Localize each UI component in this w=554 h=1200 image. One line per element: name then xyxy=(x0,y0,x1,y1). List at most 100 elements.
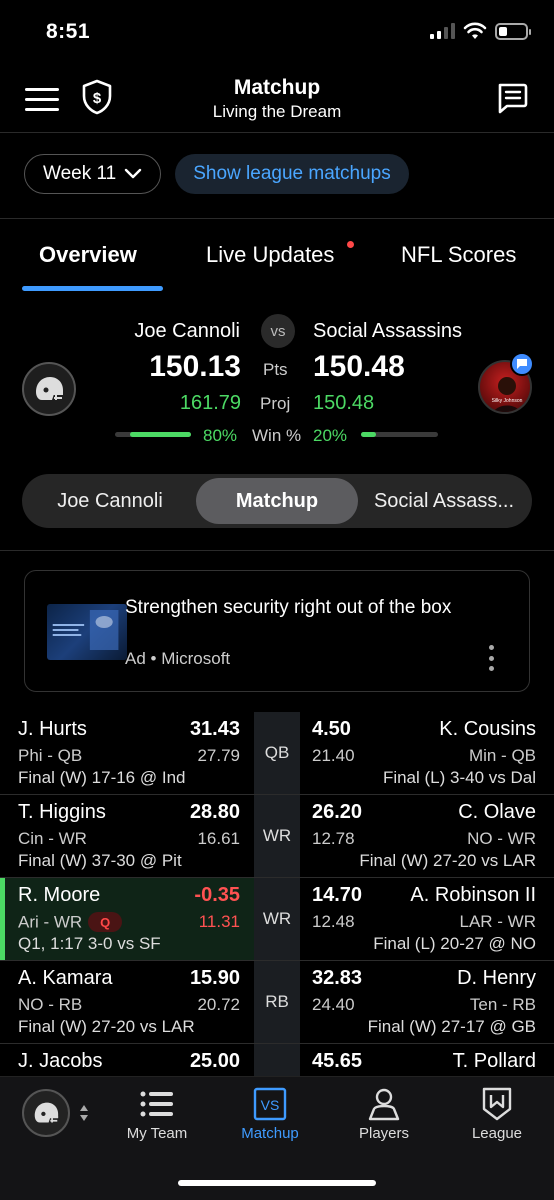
tab-nfl-scores[interactable]: NFL Scores xyxy=(401,242,516,268)
show-league-matchups-button[interactable]: Show league matchups xyxy=(175,154,409,194)
matchup-row[interactable]: A. Kamara 15.90 NO - RB 20.72 Final (W) … xyxy=(0,961,554,1044)
page-title: Matchup xyxy=(233,76,321,99)
injury-status-badge: Q xyxy=(88,912,123,932)
roster-matchup-list: J. Hurts 31.43 Phi - QB 27.79 Final (W) … xyxy=(0,712,554,1127)
league-shield-icon xyxy=(482,1087,512,1121)
status-icons xyxy=(430,22,531,40)
player-name: T. Higgins xyxy=(18,801,106,823)
week-divider xyxy=(0,218,554,219)
league-name: Living the Dream xyxy=(212,102,342,121)
player-points: 45.65 xyxy=(312,1050,363,1072)
player-points: 31.43 xyxy=(189,718,240,740)
home-player-cell[interactable]: J. Hurts 31.43 Phi - QB 27.79 Final (W) … xyxy=(0,712,254,794)
player-team-position-wrap: Ari - WR Q xyxy=(18,912,123,933)
player-points: 14.70 xyxy=(312,884,363,906)
away-player-cell[interactable]: 32.83 D. Henry 24.40 Ten - RB Final (W) … xyxy=(300,961,554,1043)
player-team-position: NO - RB xyxy=(18,995,83,1014)
nav-label: My Team xyxy=(126,1125,188,1142)
home-team-avatar[interactable] xyxy=(22,362,76,416)
game-status: Final (W) 27-20 vs LAR xyxy=(18,1017,195,1036)
more-options-icon[interactable] xyxy=(487,645,495,671)
ad-image xyxy=(47,604,127,660)
player-name: T. Pollard xyxy=(452,1050,536,1072)
view-segmented-control: Joe Cannoli Matchup Social Assass... xyxy=(22,474,532,528)
player-name: D. Henry xyxy=(457,967,536,989)
nav-players[interactable]: Players xyxy=(334,1087,434,1142)
game-status: Final (W) 17-16 @ Ind xyxy=(18,768,186,787)
nav-label: Players xyxy=(358,1125,410,1142)
points-label: Pts xyxy=(263,360,288,379)
segment-away-team[interactable]: Social Assass... xyxy=(362,478,526,524)
player-name: A. Kamara xyxy=(18,967,113,989)
player-points: 4.50 xyxy=(312,718,351,740)
roster-position: QB xyxy=(254,712,300,794)
roster-position: RB xyxy=(254,961,300,1043)
game-status: Final (W) 27-17 @ GB xyxy=(367,1017,536,1036)
game-status: Final (L) 20-27 @ NO xyxy=(373,934,536,953)
away-win-bar xyxy=(361,432,438,437)
app-header: $ Matchup Living the Dream xyxy=(0,64,554,132)
matchup-row[interactable]: T. Higgins 28.80 Cin - WR 16.61 Final (W… xyxy=(0,795,554,878)
chat-icon[interactable] xyxy=(494,80,530,116)
ad-card[interactable]: Strengthen security right out of the box… xyxy=(24,570,530,692)
week-row: Week 11 Show league matchups xyxy=(24,154,530,196)
active-tab-indicator xyxy=(22,286,163,291)
week-selector[interactable]: Week 11 xyxy=(24,154,162,194)
segment-divider xyxy=(0,550,554,551)
svg-text:VS: VS xyxy=(261,1097,280,1113)
svg-text:Silky Johnson: Silky Johnson xyxy=(492,398,523,404)
player-projection: 16.61 xyxy=(197,829,240,848)
player-points: 28.80 xyxy=(189,801,240,823)
home-win-pct: 80% xyxy=(203,426,238,445)
away-player-cell[interactable]: 14.70 A. Robinson II 12.48 LAR - WR Fina… xyxy=(300,878,554,960)
game-status: Final (W) 37-30 @ Pit xyxy=(18,851,182,870)
nav-label: League xyxy=(471,1125,523,1142)
home-player-cell[interactable]: R. Moore -0.35 Ari - WR Q 11.31 Q1, 1:17 … xyxy=(0,878,254,960)
player-points: 15.90 xyxy=(189,967,240,989)
away-player-cell[interactable]: 4.50 K. Cousins 21.40 Min - QB Final (L)… xyxy=(300,712,554,794)
player-icon xyxy=(368,1088,400,1121)
live-updates-notification-dot xyxy=(347,241,354,248)
player-name: J. Jacobs xyxy=(18,1050,103,1072)
ad-title: Strengthen security right out of the box xyxy=(125,597,452,618)
home-player-cell[interactable]: A. Kamara 15.90 NO - RB 20.72 Final (W) … xyxy=(0,961,254,1043)
nav-league[interactable]: League xyxy=(447,1087,547,1142)
tab-overview[interactable]: Overview xyxy=(39,242,137,268)
player-name: C. Olave xyxy=(458,801,536,823)
player-name: A. Robinson II xyxy=(410,884,536,906)
segment-home-team[interactable]: Joe Cannoli xyxy=(28,478,192,524)
away-projected: 150.48 xyxy=(313,392,375,414)
week-label: Week 11 xyxy=(43,163,117,184)
live-game-indicator xyxy=(0,878,5,960)
game-status: Q1, 1:17 3-0 vs SF xyxy=(18,934,161,953)
game-status: Final (W) 27-20 vs LAR xyxy=(359,851,536,870)
segment-matchup[interactable]: Matchup xyxy=(196,478,358,524)
team-switcher-avatar[interactable] xyxy=(22,1089,70,1137)
player-projection: 12.78 xyxy=(312,829,355,848)
matchup-row-live[interactable]: R. Moore -0.35 Ari - WR Q 11.31 Q1, 1:17 … xyxy=(0,878,554,961)
nav-my-team[interactable]: My Team xyxy=(107,1087,207,1142)
player-team-position: NO - WR xyxy=(467,829,536,848)
sort-arrows-icon[interactable] xyxy=(78,1103,90,1123)
chevron-down-icon xyxy=(125,168,142,179)
player-projection: 21.40 xyxy=(312,746,355,765)
matchup-row[interactable]: J. Hurts 31.43 Phi - QB 27.79 Final (W) … xyxy=(0,712,554,795)
helmet-icon xyxy=(34,1102,59,1123)
player-team-position: Min - QB xyxy=(468,746,536,765)
wifi-icon xyxy=(463,22,487,39)
away-player-cell[interactable]: 26.20 C. Olave 12.78 NO - WR Final (W) 2… xyxy=(300,795,554,877)
roster-position: WR xyxy=(254,878,300,960)
home-win-bar xyxy=(115,432,191,437)
player-projection: 11.31 xyxy=(198,912,240,931)
nav-matchup[interactable]: VS Matchup xyxy=(220,1087,320,1142)
home-projected: 161.79 xyxy=(179,392,241,414)
header-divider xyxy=(0,132,554,133)
player-team-position: Phi - QB xyxy=(18,746,83,765)
chat-badge-icon[interactable] xyxy=(510,352,534,376)
roster-position: WR xyxy=(254,795,300,877)
player-projection: 12.48 xyxy=(312,912,355,931)
player-points: 25.00 xyxy=(189,1050,240,1072)
home-player-cell[interactable]: T. Higgins 28.80 Cin - WR 16.61 Final (W… xyxy=(0,795,254,877)
tab-live-updates[interactable]: Live Updates xyxy=(206,242,334,268)
cellular-signal-icon xyxy=(430,23,455,39)
